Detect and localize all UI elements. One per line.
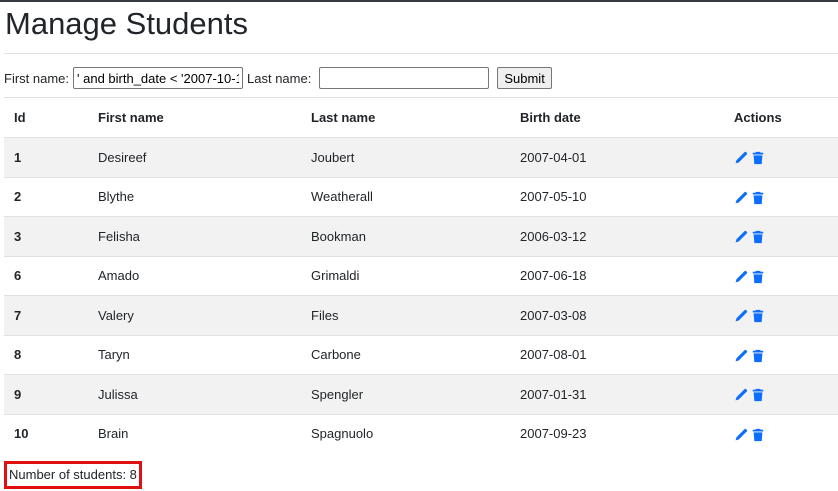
last-name-input[interactable] — [319, 67, 490, 89]
cell-birth-date: 2007-04-01 — [510, 137, 724, 177]
trash-icon[interactable] — [751, 349, 765, 363]
table-row: 8 Taryn Carbone 2007-08-01 — [4, 334, 838, 375]
cell-birth-date: 2007-03-08 — [510, 295, 724, 335]
cell-first-name: Desireef — [88, 137, 301, 177]
header-actions: Actions — [724, 97, 838, 138]
cell-id: 6 — [4, 255, 88, 296]
cell-birth-date: 2007-05-10 — [510, 176, 724, 217]
cell-id: 2 — [4, 176, 88, 217]
pencil-icon[interactable] — [734, 349, 748, 363]
cell-first-name: Taryn — [88, 334, 301, 375]
cell-birth-date: 2007-08-01 — [510, 334, 724, 375]
table-row: 9 Julissa Spengler 2007-01-31 — [4, 374, 838, 414]
header-first-name: First name — [88, 97, 301, 138]
pencil-icon[interactable] — [734, 270, 748, 284]
table-row: 10 Brain Spagnuolo 2007-09-23 — [4, 413, 838, 453]
cell-actions — [724, 176, 838, 217]
cell-birth-date: 2007-01-31 — [510, 374, 724, 414]
cell-last-name: Spagnuolo — [301, 413, 510, 453]
trash-icon[interactable] — [751, 151, 765, 165]
table-row: 1 Desireef Joubert 2007-04-01 — [4, 137, 838, 177]
divider — [4, 53, 838, 54]
header-birth-date: Birth date — [510, 97, 724, 138]
header-last-name: Last name — [301, 97, 510, 138]
first-name-input[interactable] — [73, 67, 244, 89]
cell-id: 10 — [4, 413, 88, 453]
cell-id: 7 — [4, 295, 88, 335]
student-count: Number of students: 8 — [4, 461, 142, 489]
cell-last-name: Spengler — [301, 374, 510, 414]
pencil-icon[interactable] — [734, 428, 748, 442]
search-form: First name: Last name: Submit — [4, 67, 552, 89]
trash-icon[interactable] — [751, 270, 765, 284]
first-name-label: First name: — [4, 70, 70, 86]
trash-icon[interactable] — [751, 388, 765, 402]
cell-actions — [724, 374, 838, 414]
cell-birth-date: 2007-09-23 — [510, 413, 724, 453]
cell-actions — [724, 216, 838, 256]
cell-id: 3 — [4, 216, 88, 256]
cell-actions — [724, 137, 838, 177]
cell-first-name: Felisha — [88, 216, 301, 256]
cell-last-name: Joubert — [301, 137, 510, 177]
trash-icon[interactable] — [751, 230, 765, 244]
pencil-icon[interactable] — [734, 388, 748, 402]
cell-last-name: Grimaldi — [301, 255, 510, 296]
cell-last-name: Weatherall — [301, 176, 510, 217]
last-name-label: Last name: — [247, 70, 312, 86]
table-row: 3 Felisha Bookman 2006-03-12 — [4, 216, 838, 256]
cell-id: 1 — [4, 137, 88, 177]
pencil-icon[interactable] — [734, 191, 748, 205]
table-row: 7 Valery Files 2007-03-08 — [4, 295, 838, 335]
table-row: 2 Blythe Weatherall 2007-05-10 — [4, 176, 838, 217]
cell-actions — [724, 255, 838, 296]
cell-actions — [724, 295, 838, 335]
students-table: Id First name Last name Birth date Actio… — [4, 97, 838, 453]
cell-actions — [724, 413, 838, 453]
cell-first-name: Brain — [88, 413, 301, 453]
header-id: Id — [4, 97, 88, 138]
table-row: 6 Amado Grimaldi 2007-06-18 — [4, 255, 838, 296]
page-title: Manage Students — [5, 6, 249, 41]
cell-first-name: Amado — [88, 255, 301, 296]
cell-birth-date: 2007-06-18 — [510, 255, 724, 296]
cell-last-name: Files — [301, 295, 510, 335]
pencil-icon[interactable] — [734, 309, 748, 323]
cell-first-name: Julissa — [88, 374, 301, 414]
pencil-icon[interactable] — [734, 230, 748, 244]
cell-id: 8 — [4, 334, 88, 375]
cell-first-name: Blythe — [88, 176, 301, 217]
cell-id: 9 — [4, 374, 88, 414]
pencil-icon[interactable] — [734, 151, 748, 165]
trash-icon[interactable] — [751, 309, 765, 323]
trash-icon[interactable] — [751, 191, 765, 205]
submit-button[interactable]: Submit — [497, 67, 552, 89]
cell-last-name: Bookman — [301, 216, 510, 256]
cell-birth-date: 2006-03-12 — [510, 216, 724, 256]
cell-first-name: Valery — [88, 295, 301, 335]
cell-actions — [724, 334, 838, 375]
cell-last-name: Carbone — [301, 334, 510, 375]
table-header-row: Id First name Last name Birth date Actio… — [4, 97, 838, 138]
trash-icon[interactable] — [751, 428, 765, 442]
